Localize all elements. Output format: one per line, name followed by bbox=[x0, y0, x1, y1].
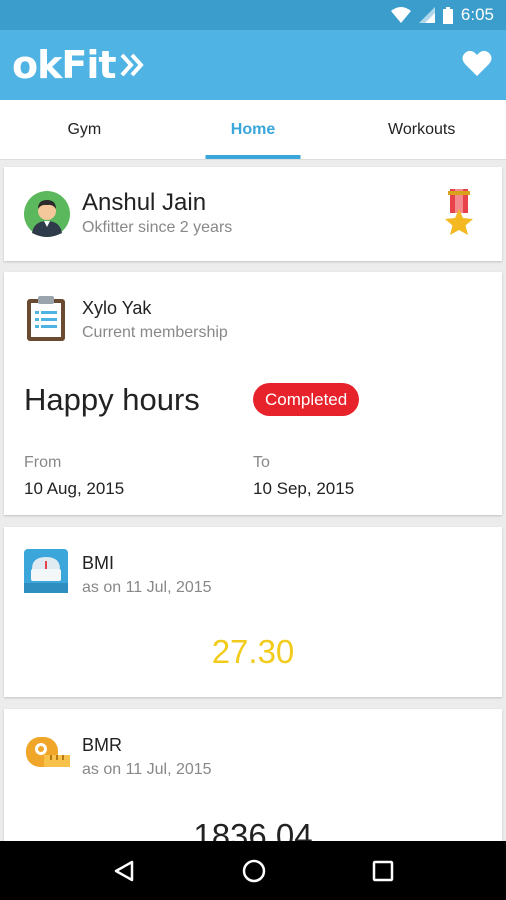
tab-bar: Gym Home Workouts bbox=[0, 100, 506, 160]
heart-icon bbox=[462, 50, 492, 76]
clipboard-icon bbox=[27, 296, 65, 341]
measuring-tape-icon bbox=[26, 737, 70, 767]
app-bar: okFit bbox=[0, 30, 506, 100]
status-bar: 6:05 bbox=[0, 0, 506, 30]
double-chevron-icon bbox=[120, 51, 144, 79]
bmr-date: as on 11 Jul, 2015 bbox=[82, 761, 212, 778]
app-logo[interactable]: okFit bbox=[12, 43, 144, 87]
tab-workouts[interactable]: Workouts bbox=[337, 100, 506, 159]
signal-icon bbox=[418, 7, 435, 23]
tab-home[interactable]: Home bbox=[169, 100, 338, 159]
navigation-bar bbox=[0, 841, 506, 900]
bmr-title: BMR bbox=[82, 735, 122, 755]
medal-icon bbox=[445, 189, 473, 235]
status-time: 6:05 bbox=[460, 5, 494, 24]
weighing-scale-icon bbox=[24, 549, 68, 593]
battery-icon bbox=[442, 6, 453, 24]
favorites-button[interactable] bbox=[462, 49, 492, 82]
gym-name: Xylo Yak bbox=[82, 298, 152, 318]
from-label: From bbox=[24, 454, 62, 471]
status-badge: Completed bbox=[253, 383, 360, 416]
profile-card[interactable]: Anshul Jain Okfitter since 2 years bbox=[4, 167, 502, 261]
home-icon[interactable] bbox=[241, 858, 267, 884]
membership-subtitle: Current membership bbox=[82, 324, 228, 341]
logo-text: okFit bbox=[12, 43, 117, 87]
to-date: 10 Sep, 2015 bbox=[253, 479, 355, 498]
plan-name: Happy hours bbox=[24, 382, 200, 417]
recents-icon[interactable] bbox=[372, 860, 394, 882]
bmi-title: BMI bbox=[82, 553, 115, 573]
wifi-icon bbox=[390, 7, 411, 23]
membership-card[interactable]: Xylo Yak Current membership Happy hours … bbox=[4, 272, 502, 515]
avatar bbox=[24, 191, 70, 237]
bmi-date: as on 11 Jul, 2015 bbox=[82, 579, 212, 596]
profile-subtitle: Okfitter since 2 years bbox=[82, 219, 233, 236]
from-date: 10 Aug, 2015 bbox=[24, 479, 125, 498]
to-label: To bbox=[253, 454, 270, 471]
tab-gym[interactable]: Gym bbox=[0, 100, 169, 159]
profile-name: Anshul Jain bbox=[82, 189, 207, 216]
bmi-card[interactable]: BMI as on 11 Jul, 2015 27.30 bbox=[4, 527, 502, 697]
bmi-value: 27.30 bbox=[211, 633, 295, 670]
back-icon[interactable] bbox=[112, 859, 136, 883]
